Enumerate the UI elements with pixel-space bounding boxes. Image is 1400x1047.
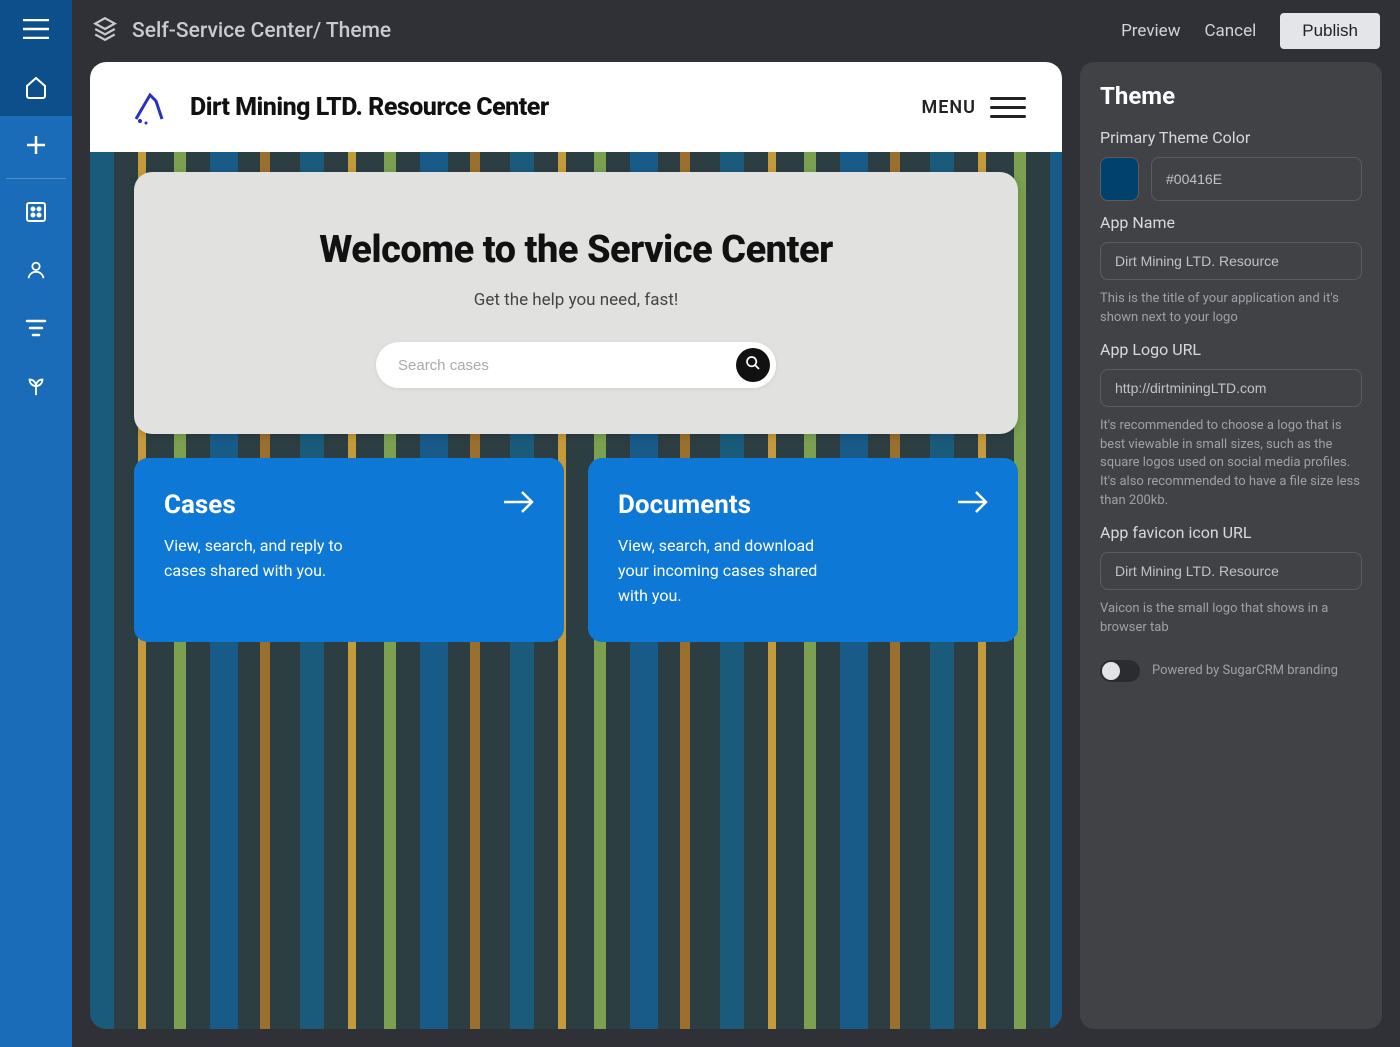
hero-title: Welcome to the Service Center bbox=[194, 228, 958, 272]
preview-header: Dirt Mining LTD. Resource Center MENU bbox=[90, 62, 1062, 152]
main-area: Self-Service Center/ Theme Preview Cance… bbox=[72, 0, 1400, 1047]
home-icon bbox=[24, 75, 48, 99]
theme-panel-title: Theme bbox=[1100, 82, 1362, 110]
sidebar-item-plant[interactable] bbox=[0, 357, 72, 415]
menu-label: MENU bbox=[922, 97, 976, 118]
branding-toggle[interactable] bbox=[1100, 660, 1140, 682]
sidebar-item-filter[interactable] bbox=[0, 299, 72, 357]
hero-card: Welcome to the Service Center Get the he… bbox=[134, 172, 1018, 434]
cards-row: Cases View, search, and reply to cases s… bbox=[134, 458, 1018, 642]
preview-link[interactable]: Preview bbox=[1121, 21, 1180, 41]
preview-panel: Dirt Mining LTD. Resource Center MENU We… bbox=[90, 62, 1062, 1029]
user-icon bbox=[25, 259, 47, 281]
filter-icon bbox=[25, 319, 47, 337]
card-documents[interactable]: Documents View, search, and download you… bbox=[588, 458, 1018, 642]
branding-toggle-row: Powered by SugarCRM branding bbox=[1100, 660, 1362, 682]
card-desc: View, search, and reply to cases shared … bbox=[164, 534, 384, 584]
app-name-input[interactable] bbox=[1100, 242, 1362, 280]
app-name-help: This is the title of your application an… bbox=[1100, 290, 1362, 328]
sidebar-divider bbox=[6, 178, 66, 179]
app-name-label: App Name bbox=[1100, 213, 1362, 232]
primary-color-label: Primary Theme Color bbox=[1100, 128, 1362, 147]
left-sidebar bbox=[0, 0, 72, 1047]
grid-icon bbox=[25, 201, 47, 223]
cancel-link[interactable]: Cancel bbox=[1204, 21, 1256, 41]
preview-body: Welcome to the Service Center Get the he… bbox=[90, 152, 1062, 1029]
favicon-url-label: App favicon icon URL bbox=[1100, 523, 1362, 542]
card-desc: View, search, and download your incoming… bbox=[618, 534, 838, 608]
sidebar-item-grid[interactable] bbox=[0, 183, 72, 241]
search-icon bbox=[745, 355, 761, 375]
publish-button[interactable]: Publish bbox=[1280, 13, 1380, 49]
arrow-right-icon bbox=[956, 488, 990, 520]
primary-color-swatch[interactable] bbox=[1100, 157, 1139, 201]
search-button[interactable] bbox=[736, 348, 770, 382]
theme-panel: Theme Primary Theme Color App Name This … bbox=[1080, 62, 1382, 1029]
search-wrap bbox=[376, 342, 776, 388]
hero-subtitle: Get the help you need, fast! bbox=[194, 290, 958, 310]
logo-url-input[interactable] bbox=[1100, 369, 1362, 407]
sidebar-item-home[interactable] bbox=[0, 58, 72, 116]
favicon-url-help: Vaicon is the small logo that shows in a… bbox=[1100, 600, 1362, 638]
breadcrumb: Self-Service Center/ Theme bbox=[132, 19, 1107, 43]
logo-url-help: It's recommended to choose a logo that i… bbox=[1100, 417, 1362, 511]
workspace: Dirt Mining LTD. Resource Center MENU We… bbox=[72, 62, 1400, 1047]
logo-url-label: App Logo URL bbox=[1100, 340, 1362, 359]
sidebar-menu-toggle[interactable] bbox=[0, 0, 72, 58]
favicon-url-input[interactable] bbox=[1100, 552, 1362, 590]
app-logo bbox=[126, 83, 174, 131]
plus-icon bbox=[24, 133, 48, 157]
stack-icon bbox=[92, 16, 118, 46]
card-title: Cases bbox=[164, 490, 534, 520]
arrow-right-icon bbox=[502, 488, 536, 520]
menu-button[interactable]: MENU bbox=[922, 97, 1026, 118]
hamburger-icon bbox=[23, 19, 49, 39]
sidebar-item-user[interactable] bbox=[0, 241, 72, 299]
card-cases[interactable]: Cases View, search, and reply to cases s… bbox=[134, 458, 564, 642]
topbar-actions: Preview Cancel Publish bbox=[1121, 13, 1380, 49]
primary-color-input[interactable] bbox=[1151, 157, 1362, 201]
app-title: Dirt Mining LTD. Resource Center bbox=[190, 93, 549, 122]
search-input[interactable] bbox=[398, 357, 736, 374]
card-title: Documents bbox=[618, 490, 988, 520]
sidebar-item-add[interactable] bbox=[0, 116, 72, 174]
seedling-icon bbox=[25, 375, 47, 397]
menu-icon bbox=[990, 97, 1026, 118]
branding-toggle-label: Powered by SugarCRM branding bbox=[1152, 663, 1338, 678]
toggle-knob bbox=[1102, 662, 1120, 680]
topbar: Self-Service Center/ Theme Preview Cance… bbox=[72, 0, 1400, 62]
